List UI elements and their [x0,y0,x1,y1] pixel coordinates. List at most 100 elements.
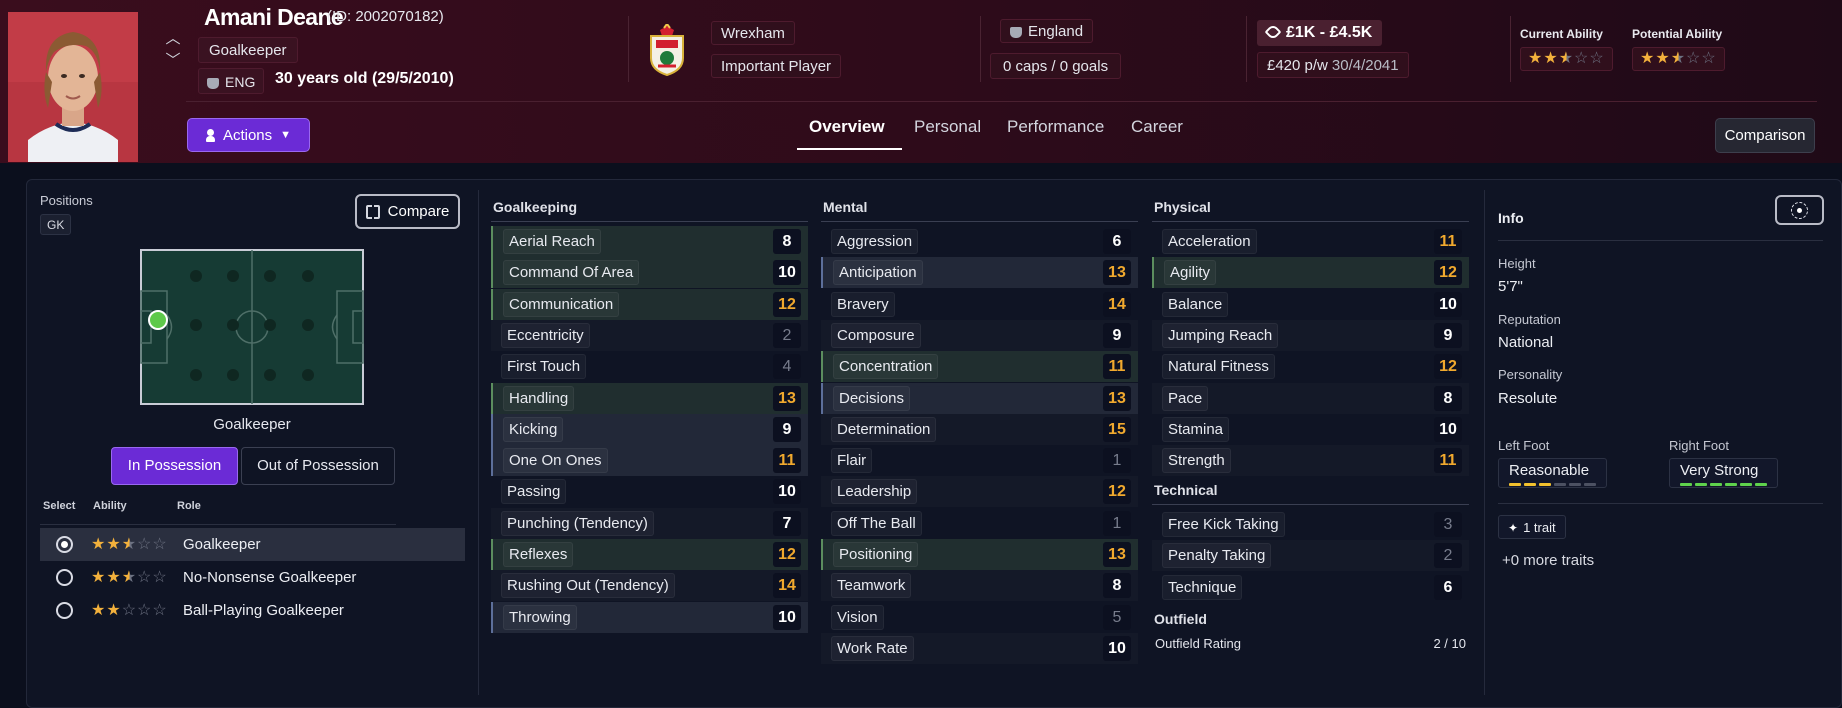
foot-level-segment [1680,483,1692,486]
position-pitch[interactable] [140,249,364,405]
compare-button[interactable]: Compare [355,194,460,229]
actions-button[interactable]: Actions ▼ [187,118,310,152]
attribute-value: 13 [773,385,801,411]
attribute-name: Concentration [833,354,939,380]
attribute-name: Punching (Tendency) [501,510,654,536]
attribute-row[interactable]: First Touch 4 [491,351,808,382]
attribute-row[interactable]: Anticipation 13 [821,257,1138,289]
star-icon: ★ [1558,50,1575,67]
role-row[interactable]: ★★★☆☆ Goalkeeper [40,528,465,561]
physical-heading: Physical [1154,199,1211,215]
attribute-value: 12 [1103,479,1131,505]
info-divider [1498,503,1823,504]
right-foot-pill: Very Strong [1669,458,1778,488]
attribute-value: 8 [1103,573,1131,599]
tab-personal[interactable]: Personal [914,117,981,137]
star-icon: ☆ [1589,50,1605,67]
attribute-row[interactable]: Pace 8 [1152,382,1469,414]
attribute-row[interactable]: Vision 5 [821,602,1138,633]
attribute-row[interactable]: Rushing Out (Tendency) 14 [491,570,808,602]
star-icon: ☆ [137,536,153,553]
attribute-row[interactable]: Passing 10 [491,476,808,507]
attribute-row[interactable]: One On Ones 11 [491,445,808,477]
attribute-row[interactable]: Eccentricity 2 [491,319,808,351]
attribute-row[interactable]: Punching (Tendency) 7 [491,507,808,539]
star-icon: ☆ [137,569,153,586]
info-title: Info [1498,210,1524,226]
attribute-row[interactable]: Bravery 14 [821,289,1138,320]
attribute-name: Anticipation [833,260,923,286]
attribute-row[interactable]: Free Kick Taking 3 [1152,509,1469,540]
positions-label: Positions [40,193,93,208]
club-name[interactable]: Wrexham [711,21,795,45]
attribute-row[interactable]: Jumping Reach 9 [1152,319,1469,351]
attribute-row[interactable]: Flair 1 [821,445,1138,476]
attribute-row[interactable]: Agility 12 [1152,257,1469,289]
attribute-row[interactable]: Positioning 13 [821,539,1138,570]
compare-icon [365,204,380,219]
attribute-row[interactable]: Natural Fitness 12 [1152,351,1469,382]
next-player-chevron-down-icon[interactable]: ﹀ [164,50,182,72]
attribute-row[interactable]: Work Rate 10 [821,632,1138,664]
tab-performance[interactable]: Performance [1007,117,1104,137]
attribute-row[interactable]: Teamwork 8 [821,570,1138,602]
attribute-row[interactable]: Stamina 10 [1152,414,1469,445]
attribute-row[interactable]: Kicking 9 [491,413,808,445]
attribute-row[interactable]: Off The Ball 1 [821,508,1138,539]
more-traits-link[interactable]: +0 more traits [1502,552,1594,569]
attribute-row[interactable]: Penalty Taking 2 [1152,540,1469,572]
attribute-row[interactable]: Acceleration 11 [1152,226,1469,257]
previous-player-chevron-up-icon[interactable]: ︿ [164,28,182,50]
attribute-row[interactable]: Composure 9 [821,319,1138,351]
role-name: Ball-Playing Goalkeeper [183,602,344,619]
star-icon: ★ [121,569,138,586]
potential-ability-stars: ★★★☆☆ [1632,47,1725,71]
attribute-value: 11 [1434,448,1462,474]
in-possession-toggle[interactable]: In Possession [111,447,238,485]
attribute-row[interactable]: Aerial Reach 8 [491,226,808,257]
price-tag-icon [1264,23,1282,41]
player-portrait [8,12,138,162]
attribute-row[interactable]: Concentration 11 [821,351,1138,383]
attribute-row[interactable]: Throwing 10 [491,601,808,633]
attribute-row[interactable]: Command Of Area 10 [491,257,808,289]
attribute-row[interactable]: Technique 6 [1152,572,1469,603]
contract-expiry: 30/4/2041 [1331,57,1399,74]
out-of-possession-toggle[interactable]: Out of Possession [241,447,395,485]
attribute-row[interactable]: Decisions 13 [821,382,1138,414]
attribute-row[interactable]: Determination 15 [821,413,1138,445]
attribute-row[interactable]: Leadership 12 [821,476,1138,508]
attribute-value: 5 [1103,604,1131,630]
tab-career[interactable]: Career [1131,117,1183,137]
comparison-button[interactable]: Comparison [1715,118,1815,153]
wage-contract: £420 p/w 30/4/2041 [1257,52,1409,78]
tab-overview[interactable]: Overview [809,117,885,137]
attribute-name: Work Rate [831,635,914,661]
info-settings-button[interactable] [1775,195,1824,225]
attribute-row[interactable]: Aggression 6 [821,226,1138,257]
role-radio[interactable] [56,536,73,553]
nation-pill[interactable]: England [1000,19,1094,43]
role-row[interactable]: ★★☆☆☆ Ball-Playing Goalkeeper [40,594,465,627]
role-radio[interactable] [56,602,73,619]
star-icon: ☆ [1686,50,1702,67]
attribute-value: 10 [773,260,801,286]
wage: £420 p/w [1267,57,1328,74]
attribute-row[interactable]: Reflexes 12 [491,539,808,570]
attribute-row[interactable]: Strength 11 [1152,445,1469,477]
star-icon: ☆ [137,602,153,619]
attribute-value: 11 [1103,354,1131,380]
attribute-row[interactable]: Balance 10 [1152,289,1469,320]
attribute-name: Positioning [833,542,919,567]
role-row[interactable]: ★★★☆☆ No-Nonsense Goalkeeper [40,561,465,594]
attribute-row[interactable]: Communication 12 [491,288,808,320]
attribute-value: 14 [1103,291,1131,317]
club-crest-icon[interactable] [648,24,686,76]
attribute-row[interactable]: Handling 13 [491,382,808,414]
attribute-name: Free Kick Taking [1162,512,1285,537]
role-radio[interactable] [56,569,73,586]
traits-pill[interactable]: ✦ 1 trait [1498,515,1566,539]
transfer-value-text: £1K - £4.5K [1286,24,1373,41]
attribute-value: 12 [1434,354,1462,380]
nation-flag-icon [1010,26,1022,38]
